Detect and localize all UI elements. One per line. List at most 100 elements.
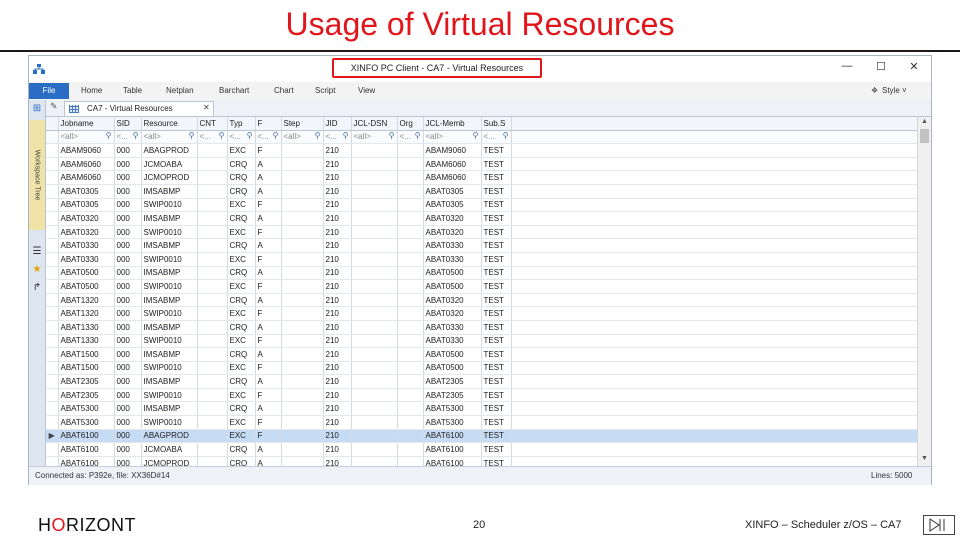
table-cell[interactable] xyxy=(351,238,398,253)
table-cell[interactable]: A xyxy=(255,442,282,457)
table-cell[interactable]: A xyxy=(255,320,282,335)
filter-typ[interactable]: <... ⚲ xyxy=(227,130,256,145)
table-cell[interactable]: ABAM6060 xyxy=(58,157,115,172)
row-indicator[interactable] xyxy=(46,388,59,403)
table-row[interactable]: ABAT2305 000 SWIP0010 EXC F 210 ABAT2305 TEST xyxy=(46,388,919,403)
table-cell[interactable]: TEST xyxy=(481,238,512,253)
table-cell[interactable] xyxy=(397,279,424,294)
table-row[interactable]: ABAT0500 000 IMSABMP CRQ A 210 ABAT0500 TEST xyxy=(46,266,919,281)
table-cell[interactable]: 210 xyxy=(323,306,352,321)
list-icon[interactable]: ☰ xyxy=(31,246,43,257)
column-header[interactable]: Sub.S xyxy=(481,117,512,131)
table-cell[interactable] xyxy=(281,334,324,349)
table-cell[interactable]: IMSABMP xyxy=(141,320,198,335)
table-cell[interactable] xyxy=(351,334,398,349)
filter-jid[interactable]: <... ⚲ xyxy=(323,130,352,145)
table-row[interactable]: ABAT2305 000 IMSABMP CRQ A 210 ABAT2305 TEST xyxy=(46,374,919,389)
table-cell[interactable] xyxy=(397,347,424,362)
table-cell[interactable] xyxy=(397,225,424,240)
table-cell[interactable]: ABAT0320 xyxy=(423,306,482,321)
table-cell[interactable] xyxy=(197,320,228,335)
table-cell[interactable] xyxy=(197,198,228,213)
table-cell[interactable]: EXC xyxy=(227,429,256,444)
filter-step[interactable]: <all> ⚲ xyxy=(281,130,324,145)
table-cell[interactable]: JCMOABA xyxy=(141,157,198,172)
table-row[interactable]: ABAT0320 000 IMSABMP CRQ A 210 ABAT0320 TEST xyxy=(46,211,919,226)
table-cell[interactable] xyxy=(397,198,424,213)
menu-file[interactable]: File xyxy=(29,83,69,99)
table-cell[interactable] xyxy=(351,429,398,444)
close-button[interactable]: ✕ xyxy=(906,60,922,73)
filter-cnt[interactable]: <... ⚲ xyxy=(197,130,228,145)
table-cell[interactable]: ABAT0305 xyxy=(423,184,482,199)
table-cell[interactable] xyxy=(281,429,324,444)
table-cell[interactable]: EXC xyxy=(227,198,256,213)
table-cell[interactable]: ABAT0330 xyxy=(423,238,482,253)
table-cell[interactable]: F xyxy=(255,388,282,403)
table-cell[interactable]: IMSABMP xyxy=(141,293,198,308)
table-cell[interactable]: ABAT0305 xyxy=(58,198,115,213)
table-cell[interactable]: ABAT0330 xyxy=(423,334,482,349)
table-cell[interactable] xyxy=(397,429,424,444)
table-cell[interactable]: IMSABMP xyxy=(141,211,198,226)
table-cell[interactable] xyxy=(351,320,398,335)
table-cell[interactable]: JCMOPROD xyxy=(141,170,198,185)
table-cell[interactable] xyxy=(397,306,424,321)
table-cell[interactable]: ABAT6100 xyxy=(423,429,482,444)
column-header[interactable]: Typ xyxy=(227,117,256,131)
table-cell[interactable]: SWIP0010 xyxy=(141,415,198,430)
table-row[interactable]: ABAM6060 000 JCMOPROD CRQ A 210 ABAM6060 TEST xyxy=(46,170,919,185)
table-cell[interactable]: 210 xyxy=(323,320,352,335)
table-cell[interactable]: 210 xyxy=(323,279,352,294)
table-cell[interactable]: A xyxy=(255,266,282,281)
search-icon[interactable]: ⚲ xyxy=(343,131,349,140)
column-header[interactable]: Step xyxy=(281,117,324,131)
table-cell[interactable]: 000 xyxy=(114,429,142,444)
table-cell[interactable]: F xyxy=(255,415,282,430)
table-row[interactable]: ABAM6060 000 JCMOABA CRQ A 210 ABAM6060 TEST xyxy=(46,157,919,172)
table-cell[interactable]: ABAT0320 xyxy=(423,293,482,308)
style-menu[interactable]: Style ˅ xyxy=(882,86,907,95)
table-cell[interactable]: CRQ xyxy=(227,401,256,417)
redirect-arrow-icon[interactable]: ↱ xyxy=(31,282,43,293)
table-cell[interactable] xyxy=(351,415,398,430)
table-cell[interactable]: A xyxy=(255,374,282,389)
row-indicator[interactable] xyxy=(46,401,59,417)
table-cell[interactable] xyxy=(197,334,228,349)
tab-close-icon[interactable]: ✕ xyxy=(203,103,210,112)
table-cell[interactable] xyxy=(397,388,424,403)
table-cell[interactable]: SWIP0010 xyxy=(141,198,198,213)
table-cell[interactable] xyxy=(197,252,228,267)
table-cell[interactable]: ABAT2305 xyxy=(58,374,115,389)
column-header[interactable]: SID xyxy=(114,117,142,131)
table-cell[interactable] xyxy=(197,442,228,457)
table-cell[interactable]: SWIP0010 xyxy=(141,252,198,267)
table-cell[interactable] xyxy=(397,143,424,158)
table-cell[interactable] xyxy=(397,320,424,335)
table-cell[interactable] xyxy=(397,374,424,389)
table-cell[interactable]: ABAT0320 xyxy=(58,211,115,226)
table-cell[interactable]: 210 xyxy=(323,198,352,213)
table-cell[interactable] xyxy=(397,238,424,253)
table-cell[interactable] xyxy=(197,238,228,253)
menu-netplan[interactable]: Netplan xyxy=(166,86,194,95)
filter-jcl-memb[interactable]: <all> ⚲ xyxy=(423,130,482,145)
table-cell[interactable]: TEST xyxy=(481,293,512,308)
table-cell[interactable]: A xyxy=(255,293,282,308)
table-cell[interactable]: TEST xyxy=(481,401,512,417)
table-cell[interactable] xyxy=(397,157,424,172)
table-cell[interactable]: ABAT0500 xyxy=(423,347,482,362)
table-cell[interactable]: TEST xyxy=(481,442,512,457)
table-cell[interactable] xyxy=(197,388,228,403)
table-cell[interactable]: ABAT0500 xyxy=(58,266,115,281)
table-cell[interactable]: TEST xyxy=(481,279,512,294)
table-cell[interactable]: TEST xyxy=(481,306,512,321)
table-cell[interactable]: 000 xyxy=(114,279,142,294)
table-cell[interactable]: ABAT0500 xyxy=(423,279,482,294)
search-icon[interactable]: ⚲ xyxy=(389,131,395,140)
table-row[interactable]: ▶ ABAT6100 000 ABAGPROD EXC F 210 ABAT6100 TEST xyxy=(46,429,919,444)
table-cell[interactable] xyxy=(351,306,398,321)
table-cell[interactable]: 210 xyxy=(323,238,352,253)
table-cell[interactable]: 000 xyxy=(114,252,142,267)
table-cell[interactable]: 000 xyxy=(114,415,142,430)
